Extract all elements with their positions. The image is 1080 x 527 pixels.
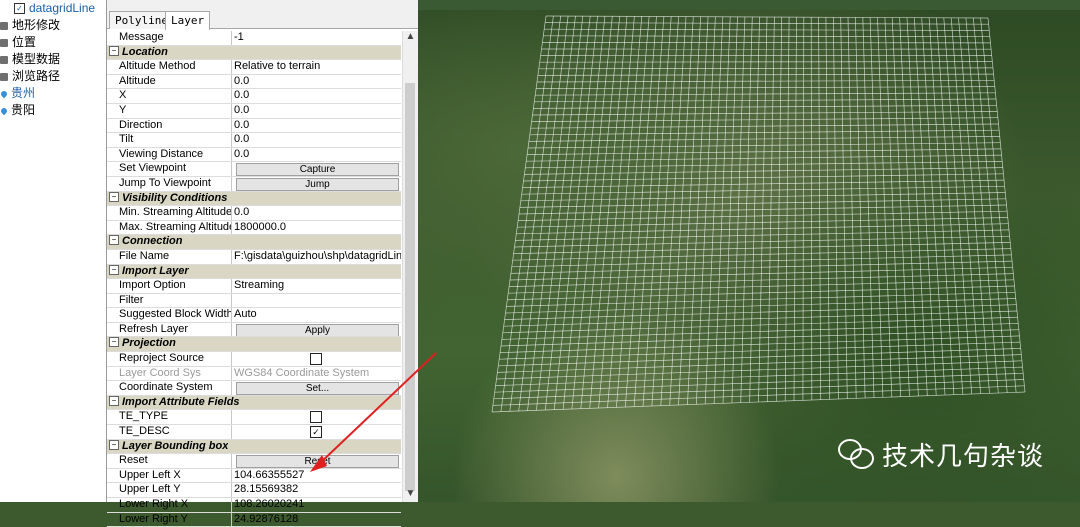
property-name: Lower Right Y bbox=[107, 513, 232, 527]
property-value-lower-right-y[interactable]: 24.92876128 bbox=[232, 513, 401, 527]
property-row-lower-right-y: Lower Right Y24.92876128 bbox=[107, 513, 401, 527]
watermark-text: 技术几句杂谈 bbox=[882, 436, 1044, 473]
wechat-icon bbox=[838, 439, 874, 469]
watermark: 技术几句杂谈 bbox=[838, 436, 1044, 472]
annotation-arrow bbox=[0, 0, 1080, 502]
